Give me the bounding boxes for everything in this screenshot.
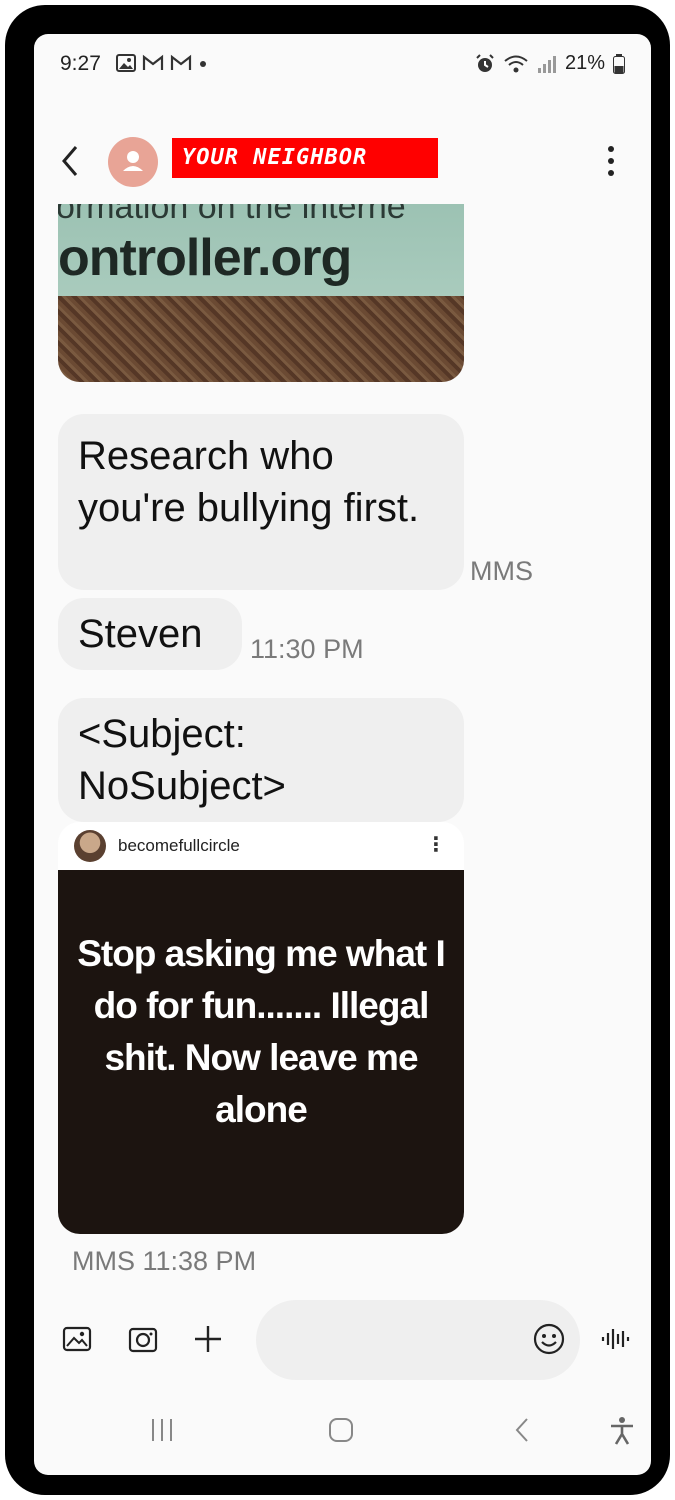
image-attachment[interactable]: ormation on the interne ontroller.org	[58, 204, 464, 382]
message-bubble[interactable]: Research who you're bullying first.	[58, 414, 464, 590]
status-time: 9:27	[60, 52, 101, 75]
alarm-icon	[476, 53, 494, 72]
back-icon[interactable]	[512, 1416, 532, 1444]
contact-avatar[interactable]	[108, 137, 158, 187]
gallery-icon[interactable]	[61, 1323, 93, 1355]
status-system: 21%	[475, 52, 625, 75]
carpet-texture	[58, 296, 464, 382]
message-list[interactable]: ormation on the interne ontroller.org Re…	[34, 204, 651, 1294]
message-composer	[34, 1299, 651, 1381]
battery-icon	[613, 53, 625, 74]
instagram-post-header: becomefullcircle ⋮	[58, 822, 464, 870]
status-bar: 9:27 21%	[34, 34, 651, 94]
recents-icon[interactable]	[149, 1416, 175, 1444]
screen: 9:27 21% YOUR NEIGHBOR ormation on the i…	[34, 34, 651, 1475]
instagram-username: becomefullcircle	[118, 836, 240, 855]
meme-image: Stop asking me what I do for fun....... …	[58, 870, 464, 1234]
voice-icon[interactable]	[600, 1323, 632, 1355]
meme-text: Stop asking me what I do for fun....... …	[77, 933, 446, 1130]
person-icon	[123, 151, 143, 171]
back-arrow-icon[interactable]	[56, 141, 86, 181]
message-text: Research who you're bullying first.	[78, 434, 420, 530]
gmail-icon	[170, 54, 192, 70]
wifi-icon	[504, 55, 528, 72]
image-attachment[interactable]: becomefullcircle ⋮ Stop asking me what I…	[58, 822, 464, 1234]
message-meta: MMS 11:38 PM	[72, 1246, 257, 1276]
status-notifications	[116, 54, 208, 72]
camera-icon[interactable]	[127, 1323, 159, 1355]
message-meta: MMS	[470, 556, 533, 586]
more-options-icon: ⋮	[426, 834, 446, 856]
message-text: <Subject: NoSubject>	[78, 712, 286, 808]
contact-name[interactable]: YOUR NEIGHBOR	[172, 138, 438, 178]
message-input[interactable]	[256, 1300, 580, 1380]
system-navigation-bar	[34, 1412, 651, 1452]
message-bubble[interactable]: Steven	[58, 598, 242, 670]
plus-icon[interactable]	[192, 1323, 224, 1355]
battery-percent: 21%	[564, 52, 605, 74]
gmail-icon	[142, 54, 164, 70]
emoji-icon[interactable]	[532, 1322, 566, 1356]
avatar	[74, 830, 106, 862]
accessibility-icon[interactable]	[608, 1416, 636, 1446]
conversation-header: YOUR NEIGHBOR	[34, 129, 651, 199]
signal-icon	[537, 55, 556, 73]
more-options-icon[interactable]	[601, 143, 621, 179]
image-text: ontroller.org	[58, 229, 352, 287]
home-icon[interactable]	[327, 1416, 355, 1444]
message-text: Steven	[78, 612, 203, 656]
image-notification-icon	[116, 54, 136, 72]
message-bubble[interactable]: <Subject: NoSubject>	[58, 698, 464, 822]
image-text: ormation on the interne	[58, 204, 406, 226]
phone-frame: 9:27 21% YOUR NEIGHBOR ormation on the i…	[5, 5, 670, 1495]
dot-icon	[200, 61, 206, 67]
message-timestamp: 11:30 PM	[250, 634, 364, 664]
